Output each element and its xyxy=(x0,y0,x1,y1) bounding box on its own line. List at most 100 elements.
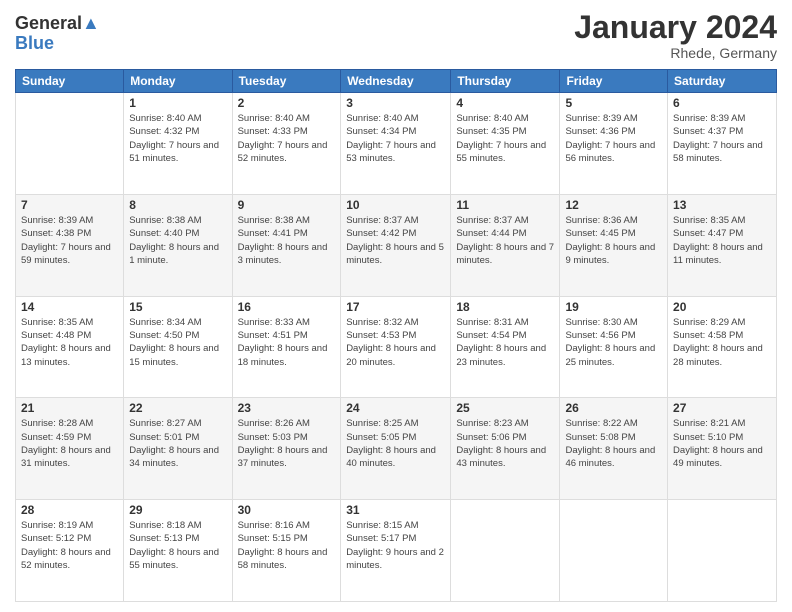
cell-content: Sunrise: 8:25 AMSunset: 5:05 PMDaylight:… xyxy=(346,417,445,470)
cell-content: Sunrise: 8:22 AMSunset: 5:08 PMDaylight:… xyxy=(565,417,662,470)
page: General▲ Blue January 2024 Rhede, German… xyxy=(0,0,792,612)
day-number: 10 xyxy=(346,198,445,212)
table-cell: 9 Sunrise: 8:38 AMSunset: 4:41 PMDaylight… xyxy=(232,194,341,296)
week-row-1: 7 Sunrise: 8:39 AMSunset: 4:38 PMDaylight… xyxy=(16,194,777,296)
day-number: 3 xyxy=(346,96,445,110)
day-number: 24 xyxy=(346,401,445,415)
table-cell: 17 Sunrise: 8:32 AMSunset: 4:53 PMDayligh… xyxy=(341,296,451,398)
day-number: 23 xyxy=(238,401,336,415)
col-friday: Friday xyxy=(560,70,668,93)
day-number: 9 xyxy=(238,198,336,212)
day-number: 11 xyxy=(456,198,554,212)
day-number: 19 xyxy=(565,300,662,314)
cell-content: Sunrise: 8:31 AMSunset: 4:54 PMDaylight:… xyxy=(456,316,554,369)
cell-content: Sunrise: 8:40 AMSunset: 4:35 PMDaylight:… xyxy=(456,112,554,165)
table-cell: 13Sunrise: 8:35 AMSunset: 4:47 PMDayligh… xyxy=(668,194,777,296)
day-number: 31 xyxy=(346,503,445,517)
col-wednesday: Wednesday xyxy=(341,70,451,93)
cell-content: Sunrise: 8:30 AMSunset: 4:56 PMDaylight:… xyxy=(565,316,662,369)
week-row-4: 28 Sunrise: 8:19 AMSunset: 5:12 PMDayligh… xyxy=(16,500,777,602)
cell-content: Sunrise: 8:21 AMSunset: 5:10 PMDaylight:… xyxy=(673,417,771,470)
cell-content: Sunrise: 8:19 AMSunset: 5:12 PMDaylight:… xyxy=(21,519,118,572)
table-cell: 30 Sunrise: 8:16 AMSunset: 5:15 PMDayligh… xyxy=(232,500,341,602)
table-cell: 15Sunrise: 8:34 AMSunset: 4:50 PMDayligh… xyxy=(124,296,232,398)
day-number: 29 xyxy=(129,503,226,517)
table-cell: 5 Sunrise: 8:39 AMSunset: 4:36 PMDaylight… xyxy=(560,93,668,195)
day-number: 30 xyxy=(238,503,336,517)
day-number: 8 xyxy=(129,198,226,212)
day-number: 5 xyxy=(565,96,662,110)
table-cell: 1 Sunrise: 8:40 AMSunset: 4:32 PMDaylight… xyxy=(124,93,232,195)
col-thursday: Thursday xyxy=(451,70,560,93)
cell-content: Sunrise: 8:37 AMSunset: 4:44 PMDaylight:… xyxy=(456,214,554,267)
col-tuesday: Tuesday xyxy=(232,70,341,93)
cell-content: Sunrise: 8:39 AMSunset: 4:37 PMDaylight:… xyxy=(673,112,771,165)
table-cell: 28 Sunrise: 8:19 AMSunset: 5:12 PMDayligh… xyxy=(16,500,124,602)
cell-content: Sunrise: 8:33 AMSunset: 4:51 PMDaylight:… xyxy=(238,316,336,369)
day-number: 16 xyxy=(238,300,336,314)
cell-content: Sunrise: 8:29 AMSunset: 4:58 PMDaylight:… xyxy=(673,316,771,369)
table-cell: 29 Sunrise: 8:18 AMSunset: 5:13 PMDayligh… xyxy=(124,500,232,602)
cell-content: Sunrise: 8:27 AMSunset: 5:01 PMDaylight:… xyxy=(129,417,226,470)
day-number: 21 xyxy=(21,401,118,415)
table-cell: 12Sunrise: 8:36 AMSunset: 4:45 PMDayligh… xyxy=(560,194,668,296)
table-cell: 25Sunrise: 8:23 AMSunset: 5:06 PMDayligh… xyxy=(451,398,560,500)
cell-content: Sunrise: 8:15 AMSunset: 5:17 PMDaylight:… xyxy=(346,519,445,572)
cell-content: Sunrise: 8:35 AMSunset: 4:48 PMDaylight:… xyxy=(21,316,118,369)
cell-content: Sunrise: 8:36 AMSunset: 4:45 PMDaylight:… xyxy=(565,214,662,267)
cell-content: Sunrise: 8:34 AMSunset: 4:50 PMDaylight:… xyxy=(129,316,226,369)
cell-content: Sunrise: 8:39 AMSunset: 4:36 PMDaylight:… xyxy=(565,112,662,165)
header: General▲ Blue January 2024 Rhede, German… xyxy=(15,10,777,61)
table-cell: 6 Sunrise: 8:39 AMSunset: 4:37 PMDaylight… xyxy=(668,93,777,195)
day-number: 6 xyxy=(673,96,771,110)
day-number: 1 xyxy=(129,96,226,110)
table-cell: 18 Sunrise: 8:31 AMSunset: 4:54 PMDayligh… xyxy=(451,296,560,398)
table-cell: 31 Sunrise: 8:15 AMSunset: 5:17 PMDayligh… xyxy=(341,500,451,602)
cell-content: Sunrise: 8:32 AMSunset: 4:53 PMDaylight:… xyxy=(346,316,445,369)
table-cell xyxy=(560,500,668,602)
title-block: January 2024 Rhede, Germany xyxy=(574,10,777,61)
cell-content: Sunrise: 8:40 AMSunset: 4:33 PMDaylight:… xyxy=(238,112,336,165)
cell-content: Sunrise: 8:16 AMSunset: 5:15 PMDaylight:… xyxy=(238,519,336,572)
day-number: 17 xyxy=(346,300,445,314)
table-cell xyxy=(451,500,560,602)
cell-content: Sunrise: 8:37 AMSunset: 4:42 PMDaylight:… xyxy=(346,214,445,267)
day-number: 20 xyxy=(673,300,771,314)
day-number: 14 xyxy=(21,300,118,314)
table-cell: 27Sunrise: 8:21 AMSunset: 5:10 PMDayligh… xyxy=(668,398,777,500)
day-number: 25 xyxy=(456,401,554,415)
day-number: 18 xyxy=(456,300,554,314)
week-row-2: 14 Sunrise: 8:35 AMSunset: 4:48 PMDayligh… xyxy=(16,296,777,398)
cell-content: Sunrise: 8:39 AMSunset: 4:38 PMDaylight:… xyxy=(21,214,118,267)
cell-content: Sunrise: 8:26 AMSunset: 5:03 PMDaylight:… xyxy=(238,417,336,470)
cell-content: Sunrise: 8:38 AMSunset: 4:40 PMDaylight:… xyxy=(129,214,226,267)
col-sunday: Sunday xyxy=(16,70,124,93)
table-cell: 2Sunrise: 8:40 AMSunset: 4:33 PMDaylight… xyxy=(232,93,341,195)
location: Rhede, Germany xyxy=(574,45,777,61)
table-cell: 11 Sunrise: 8:37 AMSunset: 4:44 PMDayligh… xyxy=(451,194,560,296)
logo: General▲ Blue xyxy=(15,14,100,54)
table-cell: 16 Sunrise: 8:33 AMSunset: 4:51 PMDayligh… xyxy=(232,296,341,398)
logo-blue: Blue xyxy=(15,34,100,54)
cell-content: Sunrise: 8:40 AMSunset: 4:32 PMDaylight:… xyxy=(129,112,226,165)
table-cell: 7 Sunrise: 8:39 AMSunset: 4:38 PMDaylight… xyxy=(16,194,124,296)
table-cell: 22Sunrise: 8:27 AMSunset: 5:01 PMDayligh… xyxy=(124,398,232,500)
table-cell: 19 Sunrise: 8:30 AMSunset: 4:56 PMDayligh… xyxy=(560,296,668,398)
cell-content: Sunrise: 8:38 AMSunset: 4:41 PMDaylight:… xyxy=(238,214,336,267)
col-saturday: Saturday xyxy=(668,70,777,93)
cell-content: Sunrise: 8:40 AMSunset: 4:34 PMDaylight:… xyxy=(346,112,445,165)
calendar-table: Sunday Monday Tuesday Wednesday Thursday… xyxy=(15,69,777,602)
header-row: Sunday Monday Tuesday Wednesday Thursday… xyxy=(16,70,777,93)
table-cell: 20 Sunrise: 8:29 AMSunset: 4:58 PMDayligh… xyxy=(668,296,777,398)
day-number: 7 xyxy=(21,198,118,212)
table-cell: 23 Sunrise: 8:26 AMSunset: 5:03 PMDayligh… xyxy=(232,398,341,500)
table-cell: 10 Sunrise: 8:37 AMSunset: 4:42 PMDayligh… xyxy=(341,194,451,296)
week-row-0: 1 Sunrise: 8:40 AMSunset: 4:32 PMDaylight… xyxy=(16,93,777,195)
table-cell: 3 Sunrise: 8:40 AMSunset: 4:34 PMDaylight… xyxy=(341,93,451,195)
day-number: 28 xyxy=(21,503,118,517)
table-cell xyxy=(16,93,124,195)
cell-content: Sunrise: 8:28 AMSunset: 4:59 PMDaylight:… xyxy=(21,417,118,470)
table-cell xyxy=(668,500,777,602)
cell-content: Sunrise: 8:18 AMSunset: 5:13 PMDaylight:… xyxy=(129,519,226,572)
table-cell: 8 Sunrise: 8:38 AMSunset: 4:40 PMDaylight… xyxy=(124,194,232,296)
